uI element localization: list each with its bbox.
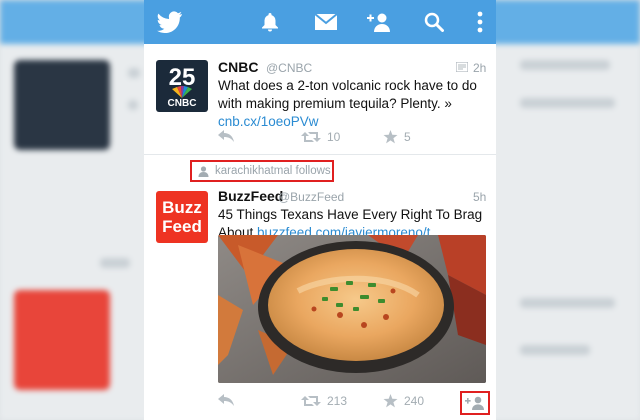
add-user-icon[interactable] [362,6,394,38]
add-user-icon [465,396,484,410]
peacock-icon [172,86,192,98]
tweet-cnbc[interactable]: 25 CNBC CNBC @CNBC 2h What does a 2-ton … [144,44,496,154]
tweet-author-name[interactable]: BuzzFeed [218,188,283,204]
follow-button[interactable] [460,391,490,415]
search-icon[interactable] [418,6,450,38]
reply-icon [218,394,234,406]
background-line [520,60,610,70]
star-icon [383,394,398,408]
avatar-wordmark: Buzz Feed [156,198,208,236]
background-line [520,98,615,108]
tweet-author-handle[interactable]: @BuzzFeed [278,190,344,204]
envelope-icon[interactable] [310,6,342,38]
tweet-author-handle[interactable]: @CNBC [266,61,312,75]
background-line [128,68,140,78]
bell-icon[interactable] [254,6,286,38]
person-icon [198,165,209,177]
background-cnbc-avatar [14,60,110,150]
tweet-media-image[interactable] [218,235,486,383]
queso-dip-photo [218,235,486,383]
retweet-icon [301,132,321,142]
avatar-wordmark-bottom: Feed [162,217,202,236]
tweet-author-name[interactable]: CNBC [218,59,258,75]
reply-icon [218,130,234,142]
avatar[interactable]: 25 CNBC [156,60,208,112]
social-context-text: karachikhatmal follows [215,165,331,177]
favorite-count: 240 [404,394,425,408]
tweet-timestamp: 5h [473,190,487,204]
tweet-text-content: What does a 2-ton volcanic rock have to … [218,78,477,111]
reply-button[interactable] [218,130,234,142]
more-vertical-icon[interactable] [464,6,496,38]
favorite-count: 5 [404,130,411,144]
retweet-count: 10 [327,130,341,144]
social-context-label[interactable]: karachikhatmal follows [190,160,334,182]
background-line [100,258,130,268]
tweet-actions: 213 240 [218,394,488,418]
retweet-button[interactable]: 10 [301,130,340,144]
background-buzzfeed-avatar [14,290,110,390]
avatar-label: CNBC [167,98,197,109]
tweet-text-line1: 45 Things Texans Have Every Right To Bra… [218,207,483,222]
top-app-bar [144,0,496,44]
tweet-actions: 10 5 [218,130,488,154]
retweet-button[interactable]: 213 [301,394,347,408]
tweet-link[interactable]: cnb.cx/1oeoPVw [218,114,319,129]
summary-card-icon [456,62,468,72]
background-line [520,298,615,308]
retweet-icon [301,396,321,406]
tweet-timestamp: 2h [473,61,487,75]
favorite-button[interactable]: 240 [383,394,424,408]
avatar-wordmark-top: Buzz [162,198,202,217]
star-icon [383,130,398,144]
reply-button[interactable] [218,394,234,406]
avatar[interactable]: Buzz Feed [156,191,208,243]
background-line [520,345,590,355]
favorite-button[interactable]: 5 [383,130,411,144]
background-line [128,100,138,110]
tweet-text: What does a 2-ton volcanic rock have to … [218,77,488,131]
retweet-count: 213 [327,394,348,408]
bird-icon[interactable] [154,6,186,38]
